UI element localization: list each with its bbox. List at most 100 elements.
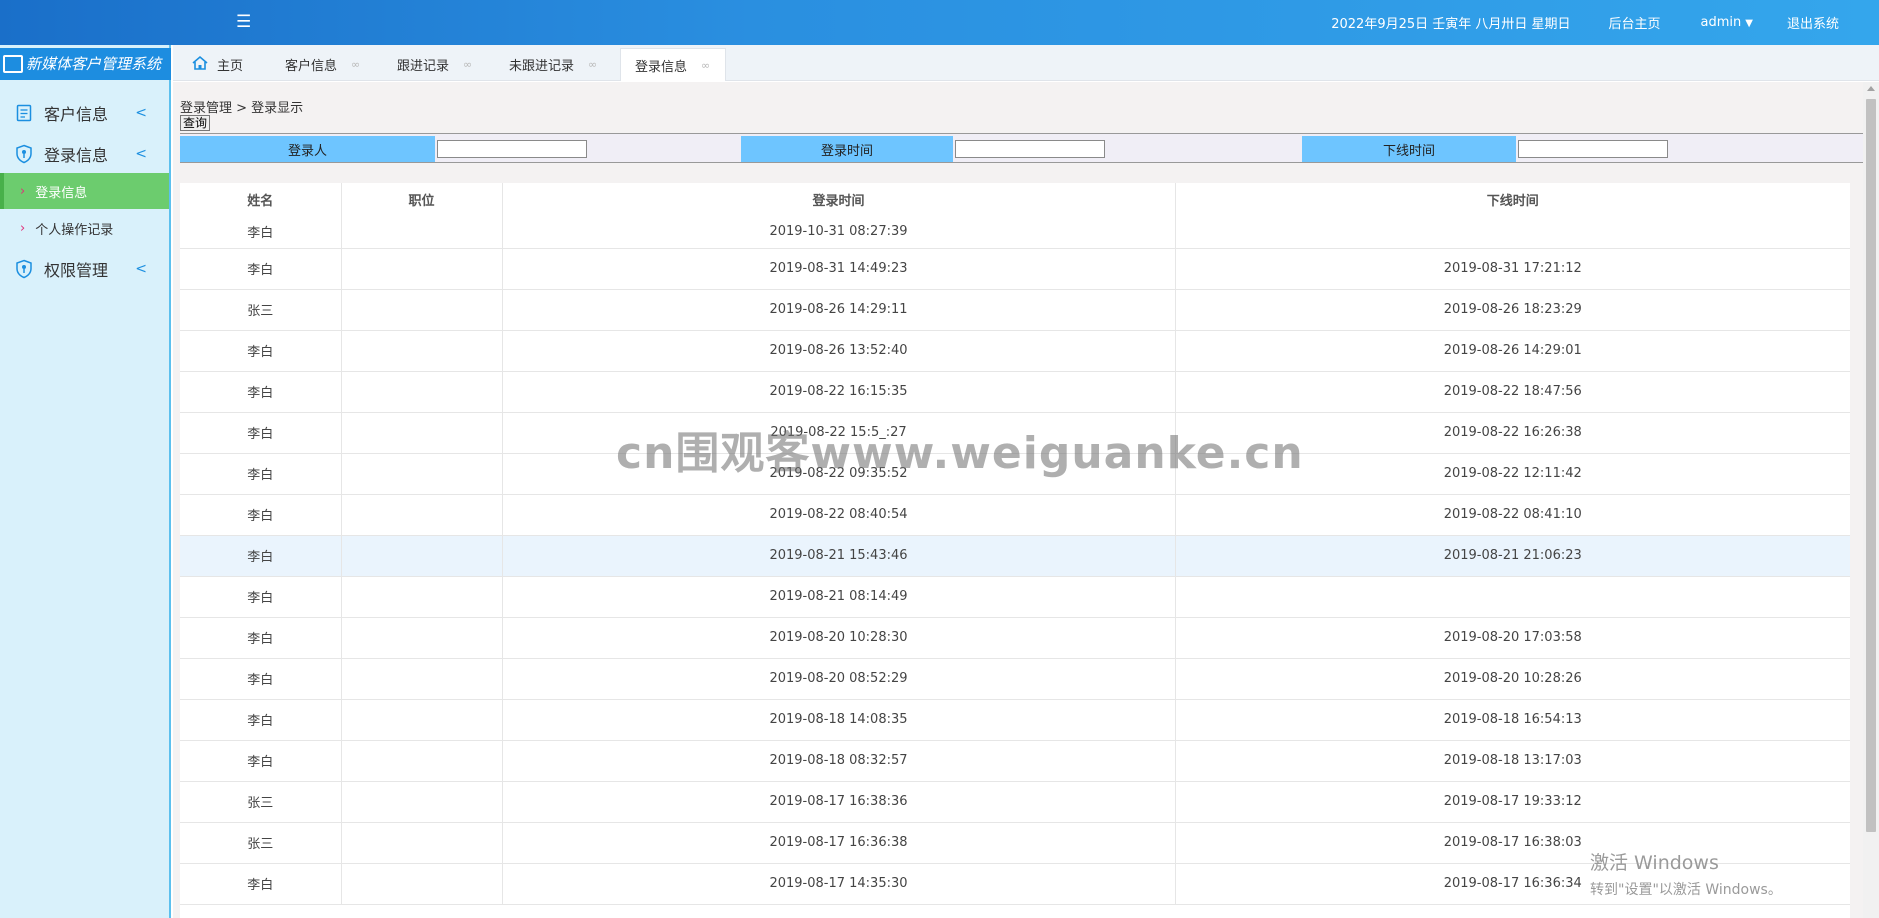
cell-login-time: 2019-08-22 16:15:35 (502, 371, 1176, 413)
column-header-login-time[interactable]: 登录时间 (502, 183, 1176, 215)
cell-name: 李白 (180, 699, 342, 741)
chevron-left-icon: < (135, 105, 147, 121)
table-row[interactable]: 张三 2019-08-17 16:38:36 2019-08-17 19:33:12 (180, 781, 1850, 823)
cell-name: 李白 (180, 371, 342, 413)
home-link[interactable]: 后台主页 (1609, 13, 1661, 32)
cell-login-time: 2019-08-17 16:38:36 (502, 781, 1176, 823)
cell-logout-time: 2019-08-17 16:38:03 (1175, 822, 1850, 864)
menu-fold-icon[interactable]: ☰ (236, 13, 256, 31)
cell-login-time: 2019-08-18 14:08:35 (502, 699, 1176, 741)
table-row[interactable]: 张三 2019-08-26 14:29:11 2019-08-26 18:23:29 (180, 289, 1850, 331)
close-icon[interactable]: ∞ (588, 58, 597, 71)
cell-position (341, 248, 503, 290)
breadcrumb: 登录管理 > 登录显示 (180, 101, 304, 116)
column-header-name[interactable]: 姓名 (180, 183, 342, 215)
tab-label: 跟进记录 (397, 59, 450, 74)
cell-name: 李白 (180, 453, 342, 495)
cell-position (341, 535, 503, 577)
close-icon[interactable]: ∞ (351, 58, 360, 71)
cell-position (341, 330, 503, 372)
cell-logout-time: 2019-08-18 13:17:03 (1175, 740, 1850, 782)
scroll-up-icon[interactable] (1867, 86, 1875, 91)
table-row[interactable]: 李白 2019-08-18 14:08:35 2019-08-18 16:54:13 (180, 699, 1850, 741)
login-table: 姓名 职位 登录时间 下线时间 李白 2019-10-31 08:27:39 李白 2… (180, 183, 1850, 918)
user-name: admin (1700, 15, 1742, 30)
table-row[interactable]: 李白 2019-08-22 09:35:52 2019-08-22 12:11:42 (180, 453, 1850, 495)
tab-follow-up[interactable]: 跟进记录 ∞ (397, 48, 472, 81)
sidebar-item-login-info[interactable]: 登录信息 < (0, 134, 169, 174)
tab-customer-info[interactable]: 客户信息 ∞ (285, 48, 360, 81)
cell-login-time: 2019-08-22 09:35:52 (502, 453, 1176, 495)
cell-name: 李白 (180, 617, 342, 659)
cell-name: 李白 (180, 248, 342, 290)
login-time-input[interactable] (955, 140, 1105, 158)
cell-name: 张三 (180, 822, 342, 864)
app-logo: 新媒体客户管理系统 (0, 48, 171, 80)
table-row[interactable]: 李白 2019-08-22 16:15:35 2019-08-22 18:47:56 (180, 371, 1850, 413)
column-header-logout-time[interactable]: 下线时间 (1175, 183, 1850, 215)
cell-logout-time (1175, 576, 1850, 618)
scrollbar-thumb[interactable] (1866, 99, 1876, 832)
cell-logout-time (1175, 215, 1850, 249)
chevron-right-icon: › (20, 220, 26, 236)
cell-name: 李白 (180, 330, 342, 372)
cell-position (341, 289, 503, 331)
query-button[interactable]: 查询 (180, 115, 211, 131)
cell-name: 李白 (180, 215, 342, 249)
cell-login-time: 2019-08-21 08:14:49 (502, 576, 1176, 618)
cell-position (341, 699, 503, 741)
cell-position (341, 740, 503, 782)
table-row[interactable]: 李白 2019-08-21 15:43:46 2019-08-21 21:06:23 (180, 535, 1850, 577)
tab-login-info[interactable]: 登录信息 ∞ (620, 48, 727, 81)
user-menu[interactable]: admin ▼ (1701, 15, 1753, 30)
chevron-down-icon: ▼ (1745, 18, 1753, 29)
table-row[interactable]: 李白 2019-08-22 15:5_:27 2019-08-22 16:26:38 (180, 412, 1850, 454)
table-row[interactable]: 李白 2019-08-18 08:32:57 2019-08-18 13:17:03 (180, 740, 1850, 782)
table-row[interactable]: 李白 2019-08-20 10:28:30 2019-08-20 17:03:58 (180, 617, 1850, 659)
tab-label: 客户信息 (285, 59, 338, 74)
sidebar-item-permissions[interactable]: 权限管理 < (0, 249, 169, 289)
cell-position (341, 494, 503, 536)
sidebar-subitem-operation-log[interactable]: › 个人操作记录 (0, 210, 169, 246)
cell-name: 张三 (180, 781, 342, 823)
login-user-input[interactable] (437, 140, 587, 158)
table-row[interactable]: 李白 2019-08-26 13:52:40 2019-08-26 14:29:01 (180, 330, 1850, 372)
column-header-position[interactable]: 职位 (341, 183, 503, 215)
cell-position (341, 412, 503, 454)
cell-position (341, 822, 503, 864)
table-row[interactable]: 李白 2019-08-21 08:14:49 (180, 576, 1850, 618)
home-icon (191, 55, 209, 75)
cell-logout-time: 2019-08-22 18:47:56 (1175, 371, 1850, 413)
monitor-icon (3, 55, 23, 73)
logout-link[interactable]: 退出系统 (1787, 13, 1839, 32)
sidebar: 新媒体客户管理系统 客户信息 < 登录信息 < › 登录信息 › 个人操作记录 … (0, 45, 171, 918)
table-row[interactable]: 李白 2019-08-31 14:49:23 2019-08-31 17:21:12 (180, 248, 1850, 290)
cell-logout-time: 2019-08-17 16:36:34 (1175, 863, 1850, 905)
vertical-scrollbar[interactable] (1863, 82, 1879, 918)
tab-not-followed[interactable]: 未跟进记录 ∞ (509, 48, 597, 81)
table-row[interactable]: 张三 2019-08-17 16:36:38 2019-08-17 16:38:03 (180, 822, 1850, 864)
logout-time-label: 下线时间 (1302, 136, 1516, 162)
table-row[interactable]: 李白 2019-10-31 08:27:39 (180, 215, 1850, 249)
sidebar-subitem-login-info[interactable]: › 登录信息 (0, 173, 169, 209)
table-row[interactable]: 李白 2019-08-22 08:40:54 2019-08-22 08:41:10 (180, 494, 1850, 536)
close-icon[interactable]: ∞ (463, 58, 472, 71)
cell-logout-time: 2019-08-20 17:03:58 (1175, 617, 1850, 659)
logout-time-input[interactable] (1518, 140, 1668, 158)
cell-login-time: 2019-08-31 14:49:23 (502, 248, 1176, 290)
table-row[interactable]: 李白 2019-08-17 14:35:30 2019-08-17 16:36:34 (180, 863, 1850, 905)
cell-name: 李白 (180, 535, 342, 577)
close-icon[interactable]: ∞ (701, 59, 710, 72)
cell-name: 李白 (180, 412, 342, 454)
sidebar-item-customer-info[interactable]: 客户信息 < (0, 93, 169, 133)
sidebar-item-label: 客户信息 (44, 105, 109, 124)
chevron-right-icon: › (20, 183, 26, 199)
tab-home[interactable]: 主页 (191, 48, 243, 81)
filter-bar: 登录人 登录时间 下线时间 (180, 133, 1863, 163)
cell-logout-time: 2019-08-31 17:21:12 (1175, 248, 1850, 290)
sidebar-subitem-label: 登录信息 (35, 185, 88, 201)
cell-logout-time: 2019-08-22 08:41:10 (1175, 494, 1850, 536)
cell-login-time: 2019-08-20 10:28:30 (502, 617, 1176, 659)
cell-position (341, 576, 503, 618)
table-row[interactable]: 李白 2019-08-20 08:52:29 2019-08-20 10:28:26 (180, 658, 1850, 700)
